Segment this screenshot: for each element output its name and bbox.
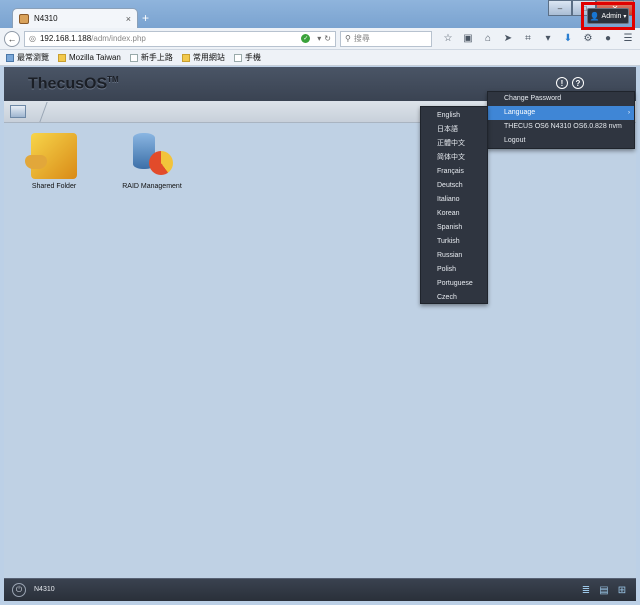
url-bar[interactable]: ◎ 192.168.1.188/adm/index.php ✓ ▾ ↻ — [24, 30, 336, 47]
globe-icon: ◎ — [29, 34, 36, 43]
submenu-arrow-icon: › — [628, 110, 630, 116]
help-icon[interactable]: ? — [572, 77, 584, 89]
shared-folder-icon — [25, 133, 77, 179]
bookmark-star-icon — [6, 53, 14, 62]
desktop-icon[interactable] — [10, 105, 26, 118]
dropdown-arrow-icon[interactable]: ▾ — [317, 34, 321, 43]
chat-icon[interactable]: ● — [598, 31, 618, 47]
minimize-button[interactable]: – — [548, 0, 572, 16]
language-option[interactable]: Turkish — [421, 235, 487, 249]
folder-icon — [181, 53, 190, 62]
bookmark-item[interactable]: 手機 — [233, 52, 261, 63]
language-option[interactable]: Polish — [421, 263, 487, 277]
bookmark-item[interactable]: 新手上路 — [129, 52, 173, 63]
breadcrumb-separator — [28, 102, 48, 122]
browser-navbar: ← ◎ 192.168.1.188/adm/index.php ✓ ▾ ↻ ⚲ … — [0, 28, 640, 50]
language-submenu: English 日本語 正體中文 简体中文 Français Deutsch I… — [420, 106, 488, 304]
send-icon[interactable]: ➤ — [498, 31, 518, 47]
menu-item-language[interactable]: Language › — [488, 106, 634, 120]
gear-icon[interactable]: ⚙ — [578, 31, 598, 47]
clipboard-icon[interactable]: ▣ — [458, 31, 478, 47]
bookmark-item[interactable]: Mozilla Taiwan — [58, 53, 121, 62]
bookmark-item[interactable]: 常用網站 — [181, 52, 225, 63]
language-option[interactable]: 日本語 — [421, 123, 487, 137]
new-tab-button[interactable]: + — [142, 11, 149, 25]
chevron-down-icon: ▾ — [623, 13, 627, 20]
tab-close-icon[interactable]: × — [126, 14, 131, 24]
toolbar-icons: ☆ ▣ ⌂ ➤ ⌗ ▾ ⬇ ⚙ ● ☰ — [438, 31, 638, 47]
check-icon: ✓ — [301, 34, 311, 43]
storage-icon[interactable]: ≣ — [578, 582, 594, 598]
search-placeholder: 搜尋 — [353, 34, 370, 43]
home-icon[interactable]: ⌂ — [478, 31, 498, 47]
taskbar: ⏻ N4310 ≣ ▤ ⊞ — [4, 578, 636, 601]
menu-item-logout[interactable]: Logout — [488, 134, 634, 148]
user-dropdown-menu: Change Password Language › THECUS OS6 N43… — [487, 91, 635, 149]
back-button[interactable]: ← — [4, 30, 20, 47]
crop-icon[interactable]: ⌗ — [518, 31, 538, 47]
app-label: Shared Folder — [31, 183, 77, 190]
thecus-logo: ThecusOSTM — [28, 75, 119, 93]
language-option[interactable]: Spanish — [421, 221, 487, 235]
url-host: 192.168.1.188 — [39, 34, 92, 43]
raid-management-app[interactable]: RAID Management — [112, 133, 192, 190]
system-tray: ≣ ▤ ⊞ — [576, 582, 630, 598]
search-input[interactable]: ⚲ 搜尋 — [340, 30, 432, 47]
language-option[interactable]: Deutsch — [421, 179, 487, 193]
arrow-left-icon: ← — [7, 33, 17, 44]
tab-title: N4310 — [34, 14, 58, 23]
language-option[interactable]: Korean — [421, 207, 487, 221]
taskbar-device-name: N4310 — [34, 586, 55, 593]
browser-tab[interactable]: N4310 × — [12, 8, 138, 28]
power-icon[interactable]: ⏻ — [12, 583, 26, 597]
url-path: /adm/index.php — [91, 34, 146, 43]
bookmark-star-icon[interactable]: ☆ — [438, 31, 458, 47]
admin-label: Admin — [601, 12, 622, 20]
language-option[interactable]: Français — [421, 165, 487, 179]
language-option[interactable]: 简体中文 — [421, 151, 487, 165]
browser-titlebar: N4310 × + – □ ✕ — [0, 0, 640, 28]
user-icon: 👤 — [589, 11, 600, 21]
favicon-icon — [19, 13, 29, 24]
network-icon[interactable]: ⊞ — [614, 582, 630, 598]
admin-highlight: 👤 Admin ▾ — [581, 2, 635, 30]
page-icon — [129, 53, 138, 62]
shared-folder-app[interactable]: Shared Folder — [14, 133, 94, 190]
desktop-area: Shared Folder RAID Management — [4, 123, 636, 578]
language-option[interactable]: Italiano — [421, 193, 487, 207]
raid-management-icon — [129, 133, 175, 179]
disk-icon[interactable]: ▤ — [596, 582, 612, 598]
bookmarks-bar: 最常瀏覽 Mozilla Taiwan 新手上路 常用網站 手機 — [0, 50, 640, 66]
bookmark-item[interactable]: 最常瀏覽 — [6, 52, 49, 63]
info-icon[interactable]: ! — [556, 77, 568, 89]
search-icon: ⚲ — [345, 34, 351, 43]
language-option[interactable]: English — [421, 109, 487, 123]
page-icon — [233, 53, 242, 62]
app-label: RAID Management — [122, 183, 182, 190]
language-option[interactable]: Russian — [421, 249, 487, 263]
reload-icon[interactable]: ↻ — [324, 34, 331, 43]
hamburger-menu-icon[interactable]: ☰ — [618, 31, 638, 47]
dropdown-icon[interactable]: ▾ — [538, 31, 558, 47]
download-icon[interactable]: ⬇ — [558, 31, 578, 47]
menu-item-change-password[interactable]: Change Password — [488, 92, 634, 106]
menu-item-version[interactable]: THECUS OS6 N4310 OS6.0.828 nvm — [488, 120, 634, 134]
folder-icon — [58, 53, 66, 62]
language-option[interactable]: Portuguese — [421, 277, 487, 291]
language-option[interactable]: 正體中文 — [421, 137, 487, 151]
language-option[interactable]: Czech — [421, 291, 487, 305]
admin-button[interactable]: 👤 Admin ▾ — [587, 8, 629, 24]
